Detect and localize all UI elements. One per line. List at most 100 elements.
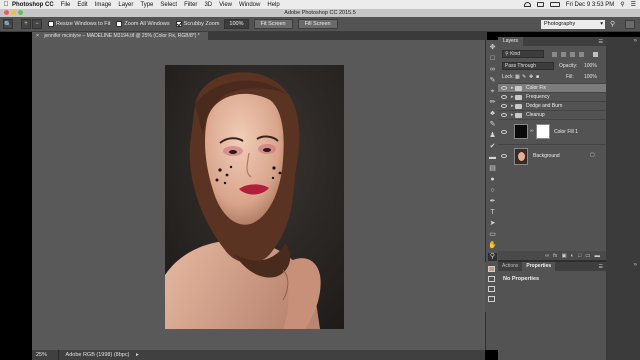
eraser-tool-icon[interactable]: ▬ [488,154,497,162]
pen-tool-icon[interactable]: ✒ [488,198,497,206]
zoom-in-icon[interactable]: + [21,19,31,29]
resize-windows-option[interactable]: Resize Windows to Fit [48,21,110,27]
zoom-tool-preset-icon[interactable]: 🔍 [3,19,13,29]
layer-filter-select[interactable]: ⚲ Kind [502,50,544,58]
spotlight-icon[interactable]: ⚲ [620,1,624,8]
expand-arrow-icon[interactable]: ▸ [511,112,514,118]
visibility-eye-icon[interactable] [501,95,507,99]
path-select-tool-icon[interactable]: ➤ [488,220,497,228]
menu-3d[interactable]: 3D [204,2,212,8]
zoom-out-icon[interactable]: − [32,19,42,29]
battery-icon[interactable] [549,2,560,7]
status-menu-icon[interactable]: ▸ [136,352,139,358]
layer-color-fill-1[interactable]: ∞ Color Fill 1 [498,119,606,144]
chain-link-icon[interactable]: ∞ [530,128,534,134]
menu-file[interactable]: File [61,2,71,8]
scrubby-zoom-option[interactable]: Scrubby Zoom [175,21,219,27]
menu-app-name[interactable]: Photoshop CC [12,2,54,8]
layers-tab[interactable]: Layers [498,37,524,46]
delete-layer-icon[interactable]: ▬ [595,253,601,259]
move-tool-icon[interactable]: ✥ [488,44,497,52]
zoom-all-checkbox[interactable] [116,21,123,27]
menu-type[interactable]: Type [140,2,153,8]
shape-tool-icon[interactable]: ▭ [488,231,497,239]
clone-stamp-tool-icon[interactable]: ♟ [488,132,497,140]
crop-tool-icon[interactable]: ⌖ [488,88,497,96]
visibility-eye-icon[interactable] [501,130,507,134]
type-tool-icon[interactable]: T [488,209,497,217]
zoom-all-option[interactable]: Zoom All Windows [116,21,170,27]
filter-pixel-icon[interactable] [552,52,557,57]
visibility-eye-icon[interactable] [501,86,507,90]
info-panel-icon[interactable] [488,296,495,302]
canvas-area[interactable] [32,40,485,350]
menu-edit[interactable]: Edit [77,2,87,8]
menu-image[interactable]: Image [95,2,112,8]
zoom-tool-icon[interactable]: ⚲ [488,253,497,261]
menu-select[interactable]: Select [160,2,177,8]
close-tab-icon[interactable]: × [36,33,39,39]
zoom-window-icon[interactable] [18,10,23,15]
fill-value[interactable]: 100% [584,74,597,80]
adjustments-panel-icon[interactable] [488,286,495,292]
resize-windows-checkbox[interactable] [48,21,54,27]
expand-arrow-icon[interactable]: ▸ [511,94,514,100]
wifi-icon[interactable] [523,2,531,7]
fx-icon[interactable]: fx [553,253,557,259]
add-mask-icon[interactable]: ▣ [561,253,566,259]
tab-actions[interactable]: Actions [498,262,522,271]
blur-tool-icon[interactable]: ● [488,176,497,184]
gradient-tool-icon[interactable]: ▤ [488,165,497,173]
menu-window[interactable]: Window [239,2,260,8]
collapse-panels-icon[interactable]: » [634,38,637,44]
volume-icon[interactable] [536,2,544,7]
lock-icon[interactable]: ▢ [590,152,595,158]
adjustment-layer-icon[interactable]: ◐ [571,253,574,259]
zoom-percent-field[interactable]: 100% [224,19,249,29]
close-window-icon[interactable] [4,10,9,15]
expand-arrow-icon[interactable]: ▸ [511,85,514,91]
fit-screen-button[interactable]: Fit Screen [253,19,293,29]
dodge-tool-icon[interactable]: ○ [488,187,497,195]
layer-frequency[interactable]: ▸ Frequency [498,92,606,101]
healing-brush-tool-icon[interactable]: ♣ [488,110,497,118]
search-icon[interactable]: ⚲ [610,21,619,29]
lock-pixels-icon[interactable]: ▦ [515,74,520,80]
clock[interactable]: Fri Dec 9 3:53 PM [566,2,614,8]
workspace-switcher[interactable]: Photography [541,20,605,29]
filter-shape-icon[interactable] [579,52,584,57]
visibility-eye-icon[interactable] [501,104,507,108]
lock-position-icon[interactable]: ✥ [529,74,533,80]
expand-arrow-icon[interactable]: ▸ [511,103,514,109]
lock-all-icon[interactable]: ■ [536,74,539,80]
swatches-panel-icon[interactable] [488,276,495,282]
workspace-menu-icon[interactable] [625,20,635,29]
filter-adjustment-icon[interactable] [561,52,566,57]
new-group-icon[interactable]: □ [578,253,581,259]
layer-background[interactable]: Background ▢ [498,144,606,167]
visibility-eye-icon[interactable] [501,113,507,117]
status-zoom[interactable]: 25% [32,350,59,360]
visibility-eye-icon[interactable] [501,154,507,158]
fill-screen-button[interactable]: Fill Screen [297,19,338,29]
portrait-photo[interactable] [165,65,344,329]
blend-mode-select[interactable]: Pass Through [502,62,554,70]
layer-dodge-and-burn[interactable]: ▸ Dodge and Burn [498,101,606,110]
opacity-value[interactable]: 100% [584,63,597,69]
scrubby-zoom-checkbox[interactable] [175,21,182,27]
new-layer-icon[interactable]: ▭ [585,253,590,259]
filter-toggle-icon[interactable] [593,52,598,57]
lasso-tool-icon[interactable]: ∞ [488,66,497,74]
hand-tool-icon[interactable]: ✋ [488,242,497,250]
menu-layer[interactable]: Layer [118,2,133,8]
quick-select-tool-icon[interactable]: ✎ [488,77,497,85]
eyedropper-tool-icon[interactable]: ✏ [488,99,497,107]
layer-mask-thumbnail[interactable] [536,124,550,139]
menu-filter[interactable]: Filter [184,2,197,8]
apple-icon[interactable]:  [0,1,12,8]
panel-menu-icon[interactable]: ☰ [599,39,603,45]
layer-color-fix[interactable]: ▸ Color Fix [498,83,606,92]
document-tab[interactable]: × jennifer mcintyre – MADELINE M3194.tif… [32,32,208,40]
collapse-properties-icon[interactable]: » [634,262,637,268]
lock-paint-icon[interactable]: ✎ [522,74,526,80]
